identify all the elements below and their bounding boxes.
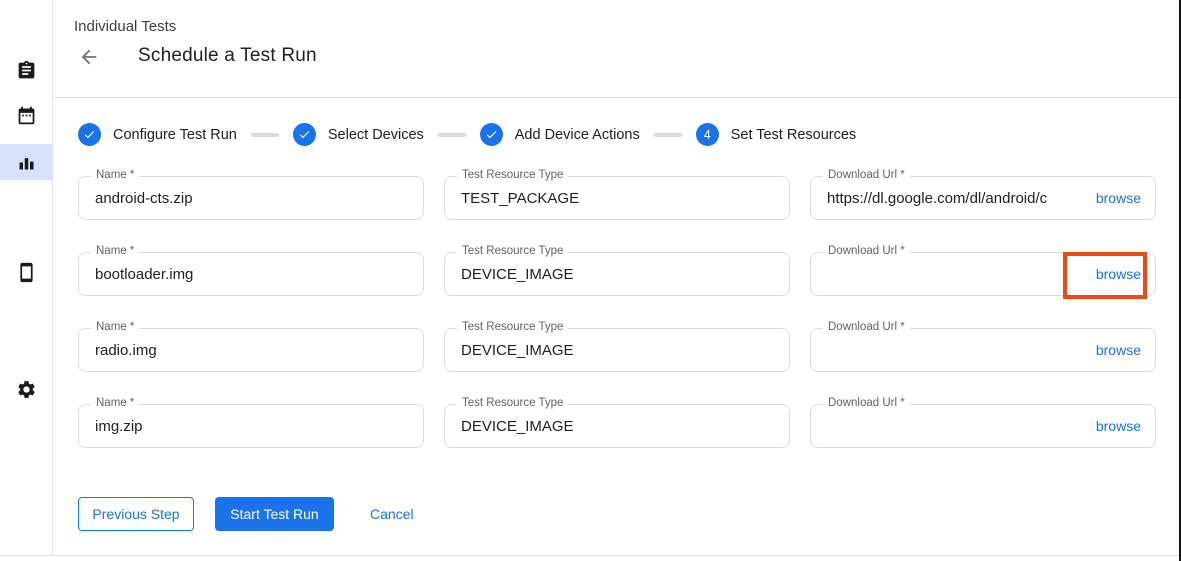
cancel-button[interactable]: Cancel: [370, 497, 414, 531]
name-field-row2[interactable]: Name *: [78, 252, 424, 296]
calendar-icon: [16, 105, 37, 126]
download-url-field-row3[interactable]: Download Url * browse: [810, 328, 1156, 372]
name-field-row1[interactable]: Name *: [78, 176, 424, 220]
step-connector: [438, 133, 466, 137]
sidebar-item-tests[interactable]: [0, 52, 53, 88]
breadcrumb: Individual Tests: [74, 18, 176, 35]
sidebar-item-devices[interactable]: [0, 254, 53, 290]
app-window: Individual Tests Schedule a Test Run Con…: [0, 0, 1181, 561]
step-number-badge: 4: [696, 123, 719, 146]
step-connector: [654, 133, 682, 137]
download-url-field-row2[interactable]: Download Url * browse: [810, 252, 1156, 296]
name-input[interactable]: [95, 177, 411, 219]
step-complete-check-icon: [293, 123, 316, 146]
download-url-input[interactable]: [827, 253, 1073, 295]
step-set-test-resources[interactable]: 4 Set Test Resources: [696, 123, 856, 146]
download-url-field-row1[interactable]: Download Url * browse: [810, 176, 1156, 220]
browse-link-row4[interactable]: browse: [1096, 418, 1141, 434]
step-connector: [251, 133, 279, 137]
clipboard-icon: [16, 60, 37, 81]
back-button[interactable]: [78, 46, 102, 70]
name-field-row4[interactable]: Name *: [78, 404, 424, 448]
resource-type-input[interactable]: [461, 177, 777, 219]
resource-type-field-row4[interactable]: Test Resource Type: [444, 404, 790, 448]
resource-type-field-row3[interactable]: Test Resource Type: [444, 328, 790, 372]
sidebar-item-schedule[interactable]: [0, 97, 53, 133]
sidebar-item-test-runs[interactable]: [0, 144, 53, 180]
smartphone-icon: [16, 262, 37, 283]
form-actions: Previous Step Start Test Run Cancel: [78, 497, 414, 531]
step-add-device-actions[interactable]: Add Device Actions: [480, 123, 640, 146]
arrow-back-icon: [78, 46, 100, 68]
bottom-divider: [0, 555, 1179, 556]
previous-step-button[interactable]: Previous Step: [78, 497, 194, 531]
resource-type-input[interactable]: [461, 329, 777, 371]
step-configure-test-run[interactable]: Configure Test Run: [78, 123, 237, 146]
start-test-run-button[interactable]: Start Test Run: [215, 497, 334, 531]
stepper: Configure Test Run Select Devices Add De…: [78, 123, 856, 146]
resource-type-input[interactable]: [461, 405, 777, 447]
resource-type-field-row2[interactable]: Test Resource Type: [444, 252, 790, 296]
browse-link-row2[interactable]: browse: [1096, 266, 1141, 282]
name-input[interactable]: [95, 329, 411, 371]
resource-type-field-row1[interactable]: Test Resource Type: [444, 176, 790, 220]
browse-link-row1[interactable]: browse: [1096, 190, 1141, 206]
download-url-field-row4[interactable]: Download Url * browse: [810, 404, 1156, 448]
step-label: Configure Test Run: [113, 127, 237, 143]
browse-link-row3[interactable]: browse: [1096, 342, 1141, 358]
name-field-row3[interactable]: Name *: [78, 328, 424, 372]
step-select-devices[interactable]: Select Devices: [293, 123, 424, 146]
step-complete-check-icon: [480, 123, 503, 146]
gear-icon: [16, 379, 37, 400]
step-label: Set Test Resources: [731, 127, 856, 143]
download-url-input[interactable]: [827, 329, 1073, 371]
bar-chart-icon: [16, 152, 37, 173]
step-complete-check-icon: [78, 123, 101, 146]
test-resources-form: Name * Test Resource Type Download Url *…: [78, 176, 1156, 448]
step-label: Select Devices: [328, 127, 424, 143]
sidebar-item-settings[interactable]: [0, 371, 53, 407]
sidebar: [0, 0, 53, 555]
download-url-input[interactable]: [827, 177, 1073, 219]
download-url-input[interactable]: [827, 405, 1073, 447]
page-title: Schedule a Test Run: [138, 45, 317, 67]
name-input[interactable]: [95, 405, 411, 447]
name-input[interactable]: [95, 253, 411, 295]
resource-type-input[interactable]: [461, 253, 777, 295]
step-label: Add Device Actions: [515, 127, 640, 143]
header-divider: [54, 97, 1179, 98]
